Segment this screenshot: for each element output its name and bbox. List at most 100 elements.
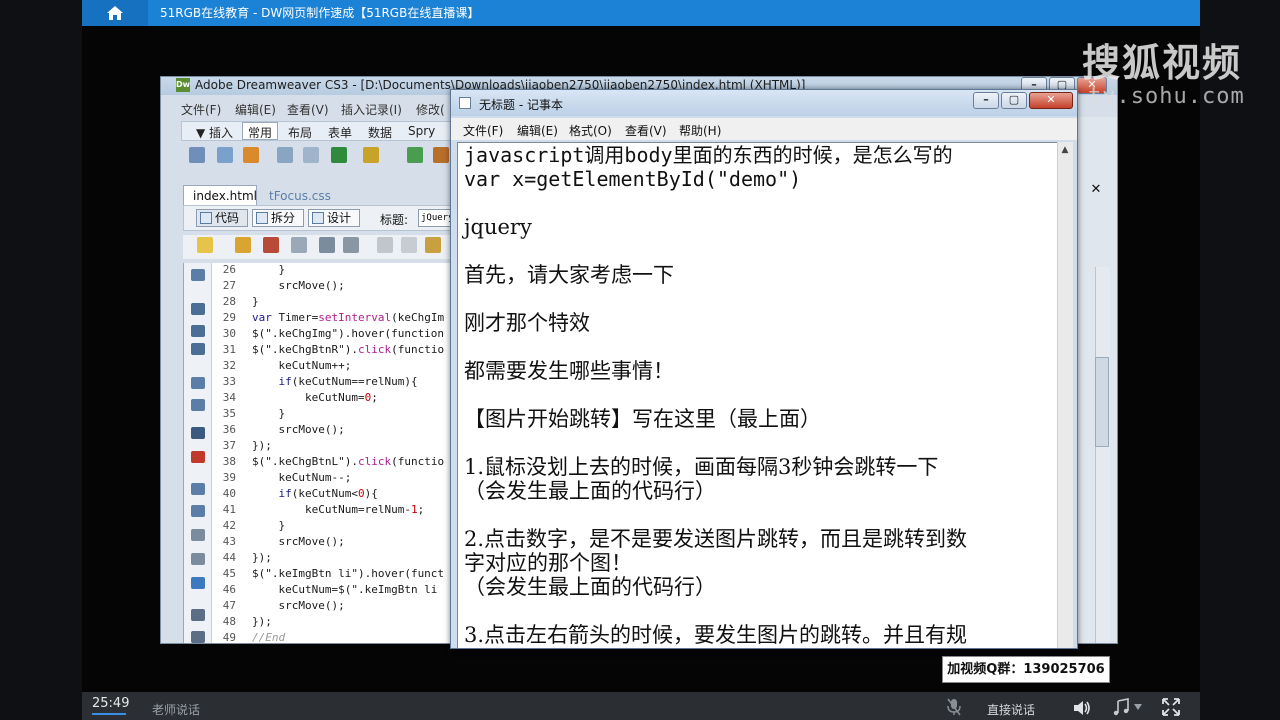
line-number: 28	[222, 295, 236, 308]
notepad-text-area[interactable]: javascript调用body里面的东西的时候，是怎么写的 var x=getE…	[457, 142, 1059, 648]
menu-format[interactable]: 格式(O)	[569, 122, 612, 139]
dw-menu-view[interactable]: 查看(V)	[287, 101, 329, 118]
recent-snippets-icon[interactable]	[191, 553, 205, 565]
scroll-up-arrow-icon[interactable]: ▲	[1057, 142, 1073, 158]
close-button[interactable]: ✕	[1029, 92, 1073, 109]
collapse-selection-icon[interactable]	[191, 325, 205, 337]
music-icon[interactable]	[1112, 698, 1130, 716]
collapse-tag-icon[interactable]	[191, 303, 205, 315]
code-view-button[interactable]: 代码	[196, 209, 248, 227]
media-icon[interactable]	[363, 147, 379, 163]
hyperlink-icon[interactable]	[189, 147, 205, 163]
notepad-line: 刚才那个特效	[464, 311, 590, 335]
line-number: 29	[222, 311, 236, 324]
notepad-line: javascript调用body里面的东西的时候，是怎么写的	[464, 143, 953, 167]
indent-icon[interactable]	[191, 609, 205, 621]
notepad-line: 【图片开始跳转】写在这里（最上面）	[464, 407, 821, 431]
dw-logo-icon: Dw	[176, 78, 190, 92]
fullscreen-icon[interactable]	[1162, 698, 1180, 716]
line-number: 45	[222, 567, 236, 580]
table-icon[interactable]	[277, 147, 293, 163]
remove-comment-icon[interactable]	[191, 505, 205, 517]
design-view-label: 设计	[327, 211, 352, 225]
open-icon[interactable]	[235, 237, 251, 253]
insert-bar-toggle[interactable]: ▼ 插入	[196, 124, 233, 141]
select-parent-tag-icon[interactable]	[191, 377, 205, 389]
notepad-icon	[459, 97, 471, 109]
maximize-button[interactable]: ▢	[1001, 92, 1027, 109]
server-include-icon[interactable]	[433, 147, 449, 163]
insert-tab-common[interactable]: 常用	[248, 124, 272, 141]
tab-index-html[interactable]: index.html	[193, 189, 257, 203]
line-number: 33	[222, 375, 236, 388]
div-icon[interactable]	[303, 147, 319, 163]
left-margin	[0, 0, 82, 720]
line-number: 35	[222, 407, 236, 420]
split-view-label: 拆分	[271, 211, 296, 225]
panel-close-icon[interactable]: ✕	[1089, 183, 1103, 197]
home-icon	[107, 6, 123, 20]
chevron-down-icon[interactable]	[1134, 704, 1142, 710]
open-documents-icon[interactable]	[191, 269, 205, 281]
insert-tab-forms[interactable]: 表单	[328, 124, 352, 141]
expand-all-icon[interactable]	[191, 343, 205, 355]
dw-menu-edit[interactable]: 编辑(E)	[235, 101, 276, 118]
print-icon[interactable]	[343, 237, 359, 253]
image-icon[interactable]	[331, 147, 347, 163]
insert-tab-layout[interactable]: 布局	[288, 124, 312, 141]
document-toolbar: 代码 拆分 设计 标题: jQuery	[183, 205, 458, 231]
line-number: 30	[222, 327, 236, 340]
anchor-icon[interactable]	[243, 147, 259, 163]
volume-icon[interactable]	[1072, 699, 1092, 717]
course-title: 51RGB在线教育 - DW网页制作速成【51RGB在线直播课】	[160, 6, 480, 20]
move-css-icon[interactable]	[191, 577, 205, 589]
date-icon[interactable]	[407, 147, 423, 163]
minimize-button[interactable]: –	[973, 92, 999, 109]
split-view-button[interactable]: 拆分	[252, 209, 304, 227]
outdent-icon[interactable]	[191, 631, 205, 643]
code-editor[interactable]: 26 27 28 29 30 31 32 33 34 35 36 37 38 39 40 41 42 43 44 45…	[183, 263, 453, 644]
notepad-line: 字对应的那个图！	[464, 551, 632, 575]
insert-tab-data[interactable]: 数据	[368, 124, 392, 141]
menu-file[interactable]: 文件(F)	[463, 122, 503, 139]
dw-scrollbar-thumb[interactable]	[1095, 357, 1109, 447]
notepad-scrollbar[interactable]	[1057, 142, 1073, 648]
paste-icon[interactable]	[425, 237, 441, 253]
balance-braces-icon[interactable]	[191, 399, 205, 411]
notepad-title: 无标题 - 记事本	[479, 98, 563, 112]
mic-muted-icon[interactable]	[946, 698, 962, 716]
code-toolbar	[183, 235, 453, 259]
dw-menu-insert-record[interactable]: 插入记录(I)	[341, 101, 402, 118]
dw-menu-file[interactable]: 文件(F)	[181, 101, 221, 118]
save-all-icon[interactable]	[319, 237, 335, 253]
line-number: 34	[222, 391, 236, 404]
new-file-icon[interactable]	[197, 237, 213, 253]
highlight-invalid-icon[interactable]	[191, 451, 205, 463]
wrap-tag-icon[interactable]	[191, 529, 205, 541]
email-link-icon[interactable]	[217, 147, 233, 163]
line-number: 49	[222, 631, 236, 644]
design-view-button[interactable]: 设计	[308, 209, 360, 227]
save-icon[interactable]	[291, 237, 307, 253]
bridge-icon[interactable]	[263, 237, 279, 253]
line-number: 46	[222, 583, 236, 596]
menu-edit[interactable]: 编辑(E)	[517, 122, 558, 139]
line-number: 47	[222, 599, 236, 612]
menu-help[interactable]: 帮助(H)	[679, 122, 721, 139]
line-number: 32	[222, 359, 236, 372]
menu-view[interactable]: 查看(V)	[625, 122, 667, 139]
line-numbers-icon[interactable]	[191, 427, 205, 439]
apply-comment-icon[interactable]	[191, 483, 205, 495]
copy-icon[interactable]	[401, 237, 417, 253]
tab-tfocus-css[interactable]: tFocus.css	[269, 189, 331, 203]
direct-talk-button[interactable]: 直接说话	[987, 701, 1035, 718]
home-button[interactable]	[82, 0, 148, 26]
insert-tab-spry[interactable]: Spry	[408, 124, 435, 138]
teacher-talk-label[interactable]: 老师说话	[152, 701, 200, 718]
cut-icon[interactable]	[377, 237, 393, 253]
dw-scrollbar[interactable]	[1095, 267, 1110, 643]
design-view-icon	[312, 212, 324, 224]
notepad-window: 无标题 - 记事本 – ▢ ✕ 文件(F) 编辑(E) 格式(O) 查看(V) …	[450, 89, 1078, 649]
line-number: 43	[222, 535, 236, 548]
dw-menu-modify[interactable]: 修改(	[416, 101, 445, 118]
